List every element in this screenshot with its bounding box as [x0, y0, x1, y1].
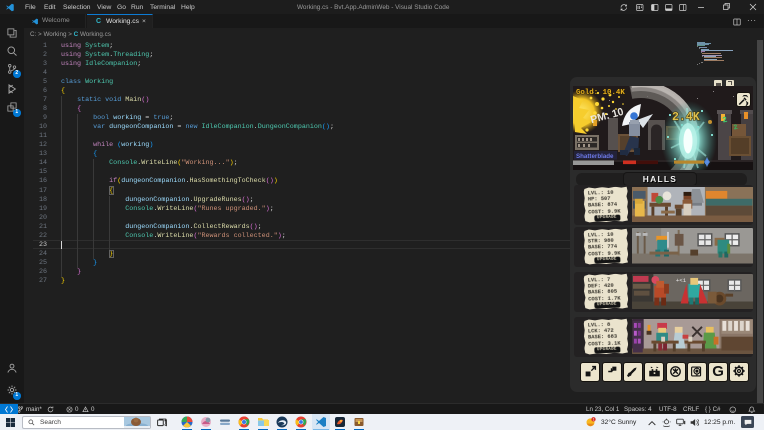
svg-text:Gold: 10.4K: Gold: 10.4K: [576, 89, 625, 97]
svg-text:+<1: +<1: [675, 277, 686, 284]
svg-text:1: 1: [593, 417, 595, 421]
svg-text:2.4K: 2.4K: [672, 111, 700, 124]
svg-text:Shatterblade: Shatterblade: [576, 153, 614, 160]
